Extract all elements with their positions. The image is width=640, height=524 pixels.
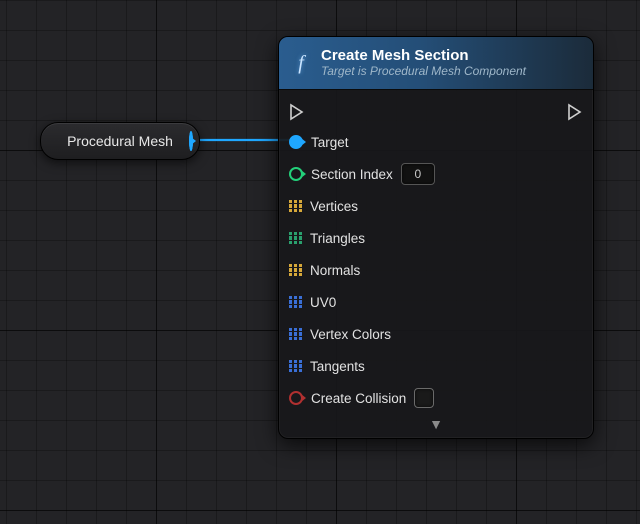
pin-label: Triangles — [310, 231, 365, 246]
input-pin-create-collision[interactable]: Create Collision — [289, 382, 583, 414]
function-node-body: Target Section Index 0 Vertices Triangle… — [279, 90, 593, 438]
input-pin-vertices[interactable]: Vertices — [289, 190, 583, 222]
pin-label: Vertices — [310, 199, 358, 214]
array-pin-icon — [289, 264, 302, 277]
pin-label: Section Index — [311, 167, 393, 182]
input-pin-section-index[interactable]: Section Index 0 — [289, 158, 583, 190]
blueprint-graph-canvas[interactable]: Procedural Mesh f Create Mesh Section Ta… — [0, 0, 640, 524]
pin-label: Normals — [310, 263, 360, 278]
input-pin-target[interactable]: Target — [289, 126, 583, 158]
array-pin-icon — [289, 232, 302, 245]
function-node-header[interactable]: f Create Mesh Section Target is Procedur… — [279, 37, 593, 90]
input-pin-uv0[interactable]: UV0 — [289, 286, 583, 318]
exec-output-pin[interactable] — [567, 103, 583, 121]
output-pin-procedural-mesh[interactable] — [189, 133, 193, 149]
variable-node-label: Procedural Mesh — [67, 133, 173, 149]
input-pin-vertex-colors[interactable]: Vertex Colors — [289, 318, 583, 350]
function-icon: f — [291, 53, 311, 73]
section-index-input[interactable]: 0 — [401, 163, 435, 185]
pin-label: Create Collision — [311, 391, 406, 406]
function-node-create-mesh-section[interactable]: f Create Mesh Section Target is Procedur… — [278, 36, 594, 439]
exec-input-pin[interactable] — [289, 103, 305, 121]
array-pin-icon — [289, 328, 302, 341]
pin-label: UV0 — [310, 295, 336, 310]
array-pin-icon — [289, 200, 302, 213]
input-pin-normals[interactable]: Normals — [289, 254, 583, 286]
array-pin-icon — [289, 360, 302, 373]
input-pin-triangles[interactable]: Triangles — [289, 222, 583, 254]
pin-label: Vertex Colors — [310, 327, 391, 342]
variable-node-procedural-mesh[interactable]: Procedural Mesh — [40, 122, 200, 160]
function-node-title: Create Mesh Section — [321, 47, 526, 64]
array-pin-icon — [289, 296, 302, 309]
function-node-subtitle: Target is Procedural Mesh Component — [321, 65, 526, 79]
expand-node-toggle[interactable]: ▼ — [289, 414, 583, 432]
input-pin-tangents[interactable]: Tangents — [289, 350, 583, 382]
pin-label: Tangents — [310, 359, 365, 374]
pin-label: Target — [311, 135, 349, 150]
create-collision-checkbox[interactable] — [414, 388, 434, 408]
